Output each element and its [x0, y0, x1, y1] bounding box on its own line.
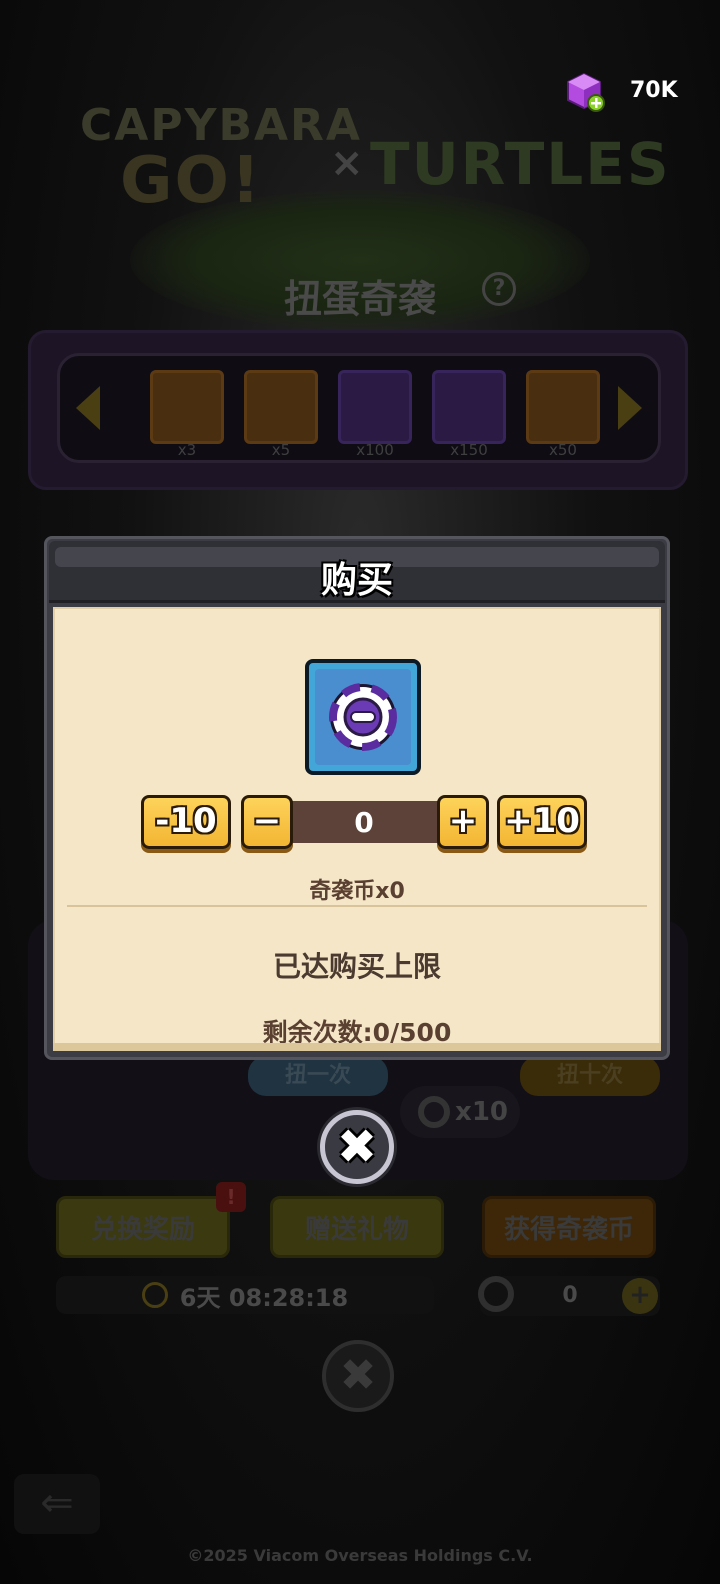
quantity-stepper: -10 0 − + +10 — [141, 795, 587, 851]
spin-ten-button: 扭十次 — [520, 1056, 660, 1096]
purchase-limit-message: 已达购买上限 — [272, 950, 441, 983]
dialog-title: 购买 — [320, 560, 393, 601]
spin-cost: x10 — [400, 1086, 520, 1138]
reward-count: x100 — [356, 441, 394, 459]
reward-item: x5 — [244, 370, 318, 459]
divider — [67, 905, 647, 907]
minus-button[interactable]: − — [241, 795, 293, 849]
quantity-field[interactable]: 0 — [289, 801, 439, 843]
reward-item: x100 — [338, 370, 412, 459]
coin-balance-value: 0 — [562, 1283, 578, 1308]
spin-cost-label: x10 — [455, 1097, 508, 1127]
copyright-text: ©2025 Viacom Overseas Holdings C.V. — [187, 1546, 533, 1565]
reward-count: x50 — [549, 441, 577, 459]
dialog-bottom-edge — [53, 1043, 661, 1051]
stopwatch-icon — [141, 1282, 168, 1308]
dialog-header: 购买 — [49, 541, 665, 603]
reward-strip: x3 x5 x100 x150 x50 — [57, 353, 661, 463]
reward-item: x3 — [150, 370, 224, 459]
reward-panel: x3 x5 x100 x150 x50 — [28, 330, 688, 490]
plus-button[interactable]: + — [437, 795, 489, 849]
raid-coin-icon — [329, 683, 397, 751]
event-countdown: 6天 08:28:18 — [179, 1283, 349, 1312]
event-title: 扭蛋奇袭 — [283, 277, 436, 321]
logo-go-text: GO! — [120, 144, 263, 218]
event-timer: 6天 08:28:18 — [56, 1276, 434, 1314]
reward-count: x3 — [177, 441, 197, 459]
close-button[interactable]: ✖ — [320, 1110, 394, 1184]
plus-ten-button[interactable]: +10 — [497, 795, 587, 849]
coin-icon — [418, 1096, 450, 1128]
exchange-rewards-button: 兑换奖励 — [56, 1196, 230, 1258]
close-icon: ✖ — [336, 1119, 378, 1175]
reward-count: x5 — [271, 441, 291, 459]
add-coins-icon: + — [622, 1278, 658, 1314]
dialog-body: -10 0 − + +10 奇袭币x0 已达购买上限 剩余次数:0/500 — [53, 607, 661, 1047]
coin-icon — [478, 1276, 514, 1312]
help-icon: ? — [482, 272, 516, 306]
get-coins-button: 获得奇袭币 — [482, 1196, 656, 1258]
item-frame — [305, 659, 421, 775]
back-arrow-icon: ⇐ — [14, 1474, 100, 1534]
gem-currency[interactable]: 70K — [566, 72, 706, 116]
coin-balance: 0 + — [478, 1276, 660, 1316]
reward-item: x150 — [432, 370, 506, 459]
logo-turtles-text: TURTLES — [370, 130, 671, 198]
arrow-right-icon — [618, 386, 642, 430]
alert-badge-icon: ! — [216, 1182, 246, 1212]
minus-ten-button[interactable]: -10 — [141, 795, 231, 849]
logo-cross-text: × — [330, 140, 366, 186]
item-quantity-label: 奇袭币x0 — [309, 879, 405, 904]
gem-amount: 70K — [630, 78, 678, 103]
purple-gem-with-plus-icon[interactable] — [566, 72, 606, 112]
spin-once-button: 扭一次 — [248, 1056, 388, 1096]
reward-count: x150 — [450, 441, 488, 459]
reward-item: x50 — [526, 370, 600, 459]
arrow-left-icon — [76, 386, 100, 430]
background-close-icon: ✖ — [322, 1340, 394, 1412]
send-gift-button: 赠送礼物 — [270, 1196, 444, 1258]
purchase-dialog: 购买 -10 0 − + +10 奇袭币x0 已达购买上限 剩余次数:0/500 — [44, 536, 670, 1060]
